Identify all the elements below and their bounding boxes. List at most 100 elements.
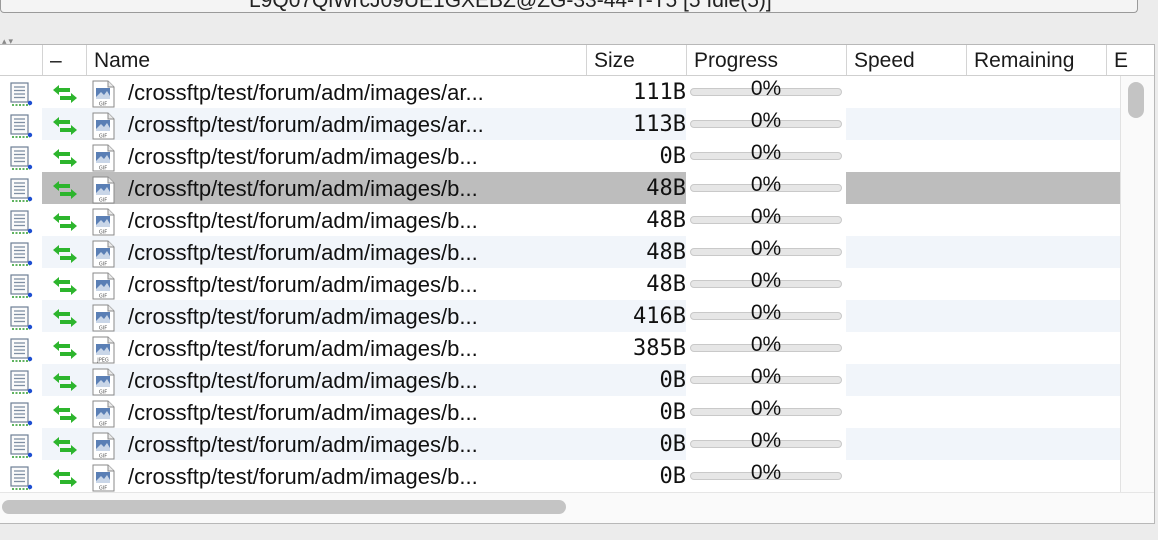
column-header-extra[interactable]: E xyxy=(1106,45,1154,75)
column-header-name[interactable]: Name xyxy=(86,45,586,75)
file-name: /crossftp/test/forum/adm/images/b... xyxy=(128,368,478,393)
file-type-label: GIF xyxy=(99,198,107,204)
row-background xyxy=(846,332,1120,364)
file-size: 48B xyxy=(646,272,686,297)
remote-path-field[interactable]: L9Q07QiWrcJ09UE1GXEBZ@ZG-33-44-T-T5 [5 I… xyxy=(0,0,1138,13)
list-document-icon xyxy=(8,209,34,235)
column-header-icon[interactable] xyxy=(0,45,42,75)
image-file-icon: JPEG xyxy=(90,336,116,364)
list-document-icon xyxy=(8,145,34,171)
table-row[interactable]: GIF/crossftp/test/forum/adm/images/b... 0… xyxy=(0,140,1120,172)
transfer-arrows-icon xyxy=(50,210,80,234)
row-background xyxy=(846,300,1120,332)
file-type-label: GIF xyxy=(99,230,107,236)
row-background xyxy=(846,172,1120,204)
progress-text: 0% xyxy=(750,397,782,420)
progress-text: 0% xyxy=(750,237,782,260)
file-size: 111B xyxy=(633,80,686,105)
transfer-arrows-icon xyxy=(50,82,80,106)
column-header-remaining[interactable]: Remaining xyxy=(966,45,1106,75)
progress-cell: 0% xyxy=(686,268,846,300)
transfer-arrows-icon xyxy=(50,402,80,426)
file-type-label: GIF xyxy=(99,390,107,396)
file-name: /crossftp/test/forum/adm/images/b... xyxy=(128,240,478,265)
list-document-icon xyxy=(8,177,34,203)
progress-text: 0% xyxy=(750,173,782,196)
file-name: /crossftp/test/forum/adm/images/b... xyxy=(128,144,478,169)
table-row[interactable]: GIF/crossftp/test/forum/adm/images/b... 0… xyxy=(0,428,1120,460)
vertical-scroll-thumb[interactable] xyxy=(1128,82,1144,118)
table-row[interactable]: GIF/crossftp/test/forum/adm/images/b... 4… xyxy=(0,300,1120,332)
table-row[interactable]: JPEG/crossftp/test/forum/adm/images/b...… xyxy=(0,332,1120,364)
file-type-label: GIF xyxy=(99,486,107,492)
column-header-direction[interactable]: – xyxy=(42,45,86,75)
progress-text: 0% xyxy=(750,461,782,484)
file-type-label: GIF xyxy=(99,294,107,300)
transfer-arrows-icon xyxy=(50,338,80,362)
transfer-arrows-icon xyxy=(50,178,80,202)
file-size: 0B xyxy=(659,400,687,425)
progress-cell: 0% xyxy=(686,204,846,236)
progress-cell: 0% xyxy=(686,460,846,492)
transfer-arrows-icon xyxy=(50,466,80,490)
file-type-label: GIF xyxy=(99,134,107,140)
column-header-progress[interactable]: Progress xyxy=(686,45,846,75)
table-row[interactable]: GIF/crossftp/test/forum/adm/images/b... 4… xyxy=(0,236,1120,268)
file-size: 0B xyxy=(659,368,687,393)
vertical-scrollbar[interactable] xyxy=(1120,76,1154,492)
table-row[interactable]: GIF/crossftp/test/forum/adm/images/b... 4… xyxy=(0,268,1120,300)
file-type-label: GIF xyxy=(99,422,107,428)
progress-cell: 0% xyxy=(686,108,846,140)
column-header-speed[interactable]: Speed xyxy=(846,45,966,75)
image-file-icon: GIF xyxy=(90,240,116,268)
row-background xyxy=(846,428,1120,460)
table-row[interactable]: GIF/crossftp/test/forum/adm/images/b... 0… xyxy=(0,460,1120,492)
progress-cell: 0% xyxy=(686,236,846,268)
transfer-arrows-icon xyxy=(50,242,80,266)
table-row[interactable]: GIF/crossftp/test/forum/adm/images/b... 0… xyxy=(0,364,1120,396)
list-document-icon xyxy=(8,113,34,139)
horizontal-scroll-thumb[interactable] xyxy=(2,500,566,514)
table-row[interactable]: GIF/crossftp/test/forum/adm/images/b... 0… xyxy=(0,396,1120,428)
table-row[interactable]: GIF/crossftp/test/forum/adm/images/ar...… xyxy=(0,108,1120,140)
transfer-arrows-icon xyxy=(50,274,80,298)
remote-path-text: L9Q07QiWrcJ09UE1GXEBZ@ZG-33-44-T-T5 [5 I… xyxy=(249,0,772,12)
progress-text: 0% xyxy=(750,429,782,452)
file-name: /crossftp/test/forum/adm/images/b... xyxy=(128,272,478,297)
horizontal-scrollbar[interactable] xyxy=(0,492,1154,523)
list-document-icon xyxy=(8,305,34,331)
transfer-arrows-icon xyxy=(50,306,80,330)
transfer-arrows-icon xyxy=(50,434,80,458)
file-name: /crossftp/test/forum/adm/images/ar... xyxy=(128,80,484,105)
transfer-arrows-icon xyxy=(50,146,80,170)
image-file-icon: GIF xyxy=(90,432,116,460)
file-name: /crossftp/test/forum/adm/images/b... xyxy=(128,336,478,361)
image-file-icon: GIF xyxy=(90,208,116,236)
file-name: /crossftp/test/forum/adm/images/b... xyxy=(128,208,478,233)
progress-text: 0% xyxy=(750,301,782,324)
image-file-icon: GIF xyxy=(90,272,116,300)
table-row[interactable]: GIF/crossftp/test/forum/adm/images/b... 4… xyxy=(0,204,1120,236)
file-type-label: JPEG xyxy=(96,358,109,364)
row-background xyxy=(846,204,1120,236)
file-size: 0B xyxy=(659,464,687,489)
image-file-icon: GIF xyxy=(90,80,116,108)
file-name: /crossftp/test/forum/adm/images/ar... xyxy=(128,112,484,137)
transfer-queue-panel: – Name Size Progress Speed Remaining E G… xyxy=(0,44,1155,524)
file-name: /crossftp/test/forum/adm/images/b... xyxy=(128,304,478,329)
progress-text: 0% xyxy=(750,269,782,292)
file-type-label: GIF xyxy=(99,326,107,332)
row-background xyxy=(846,396,1120,428)
table-row[interactable]: GIF/crossftp/test/forum/adm/images/b... 4… xyxy=(0,172,1120,204)
table-row[interactable]: GIF/crossftp/test/forum/adm/images/ar...… xyxy=(0,76,1120,108)
column-header-size[interactable]: Size xyxy=(586,45,686,75)
transfer-list: GIF/crossftp/test/forum/adm/images/ar...… xyxy=(0,76,1120,492)
file-type-label: GIF xyxy=(99,166,107,172)
row-background xyxy=(846,364,1120,396)
image-file-icon: GIF xyxy=(90,368,116,396)
progress-text: 0% xyxy=(750,205,782,228)
file-name: /crossftp/test/forum/adm/images/b... xyxy=(128,432,478,457)
row-background xyxy=(846,140,1120,172)
file-size: 0B xyxy=(659,144,687,169)
row-background xyxy=(846,236,1120,268)
